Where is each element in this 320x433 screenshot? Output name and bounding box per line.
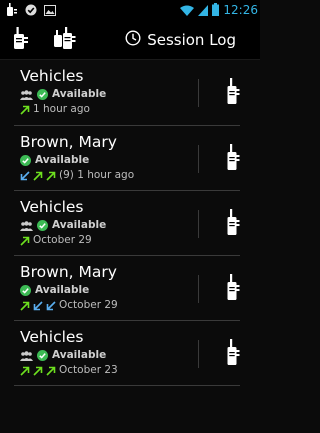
divider [198,145,199,173]
clock-time: 12:26 [223,3,258,17]
status-text: Available [35,284,90,296]
list-item[interactable]: Vehicles Available 1 hour ago [14,60,240,126]
status-text: Available [35,154,90,166]
item-name: Brown, Mary [20,133,117,151]
list-item[interactable]: Vehicles Available October 23 [14,321,240,386]
session-log-label: Session Log [147,30,236,49]
check-circle-icon [37,349,48,361]
divider [198,210,199,238]
radio-icon [6,1,18,20]
time-text: October 29 [59,299,118,311]
check-circle-icon [37,219,48,231]
list-item[interactable]: Brown, Mary Available October 29 [14,256,240,321]
radio-icon[interactable] [227,78,240,108]
time-text: (9) 1 hour ago [59,169,135,181]
action-bar: Session Log [0,20,260,60]
check-circle-icon [20,154,31,166]
item-name: Vehicles [20,328,84,346]
item-name: Vehicles [20,198,84,216]
check-circle-icon [25,1,37,20]
clock-icon [125,29,141,50]
arrow-up-right-icon [46,166,56,185]
session-log-button[interactable]: Session Log [125,29,236,50]
arrow-up-right-icon [33,166,43,185]
image-icon [44,1,56,20]
divider [198,275,199,303]
radio-icon [13,26,29,53]
radio-group-icon [52,26,76,53]
arrow-down-left-icon [20,166,30,185]
radio-icon[interactable] [227,274,240,304]
arrow-up-right-icon [33,361,43,380]
item-name: Vehicles [20,67,84,85]
time-text: October 23 [59,364,118,376]
arrow-up-right-icon [20,100,30,119]
arrow-up-right-icon [20,361,30,380]
status-bar: 12:26 [0,0,260,20]
battery-icon [212,1,220,20]
arrow-up-right-icon [20,296,30,315]
time-text: 1 hour ago [33,103,90,115]
item-name: Brown, Mary [20,263,117,281]
radio-icon[interactable] [227,144,240,174]
radio-button[interactable] [0,20,42,60]
list-item[interactable]: Vehicles Available October 29 [14,191,240,256]
divider [198,340,199,368]
radio-icon[interactable] [227,209,240,239]
wifi-icon [180,1,195,20]
talkgroup-list: Vehicles Available 1 hour ago Brown, Mar… [0,60,260,386]
arrow-up-right-icon [20,231,30,250]
radio-group-button[interactable] [42,20,86,60]
arrow-up-right-icon [46,361,56,380]
check-circle-icon [37,88,48,100]
radio-icon[interactable] [227,339,240,369]
signal-icon [198,1,209,20]
arrow-down-left-icon [46,296,56,315]
status-text: Available [52,219,107,231]
list-item[interactable]: Brown, Mary Available (9) 1 hour ago [14,126,240,191]
divider [198,79,199,107]
check-circle-icon [20,284,31,296]
status-text: Available [52,349,107,361]
time-text: October 29 [33,234,92,246]
arrow-down-left-icon [33,296,43,315]
status-text: Available [52,88,107,100]
